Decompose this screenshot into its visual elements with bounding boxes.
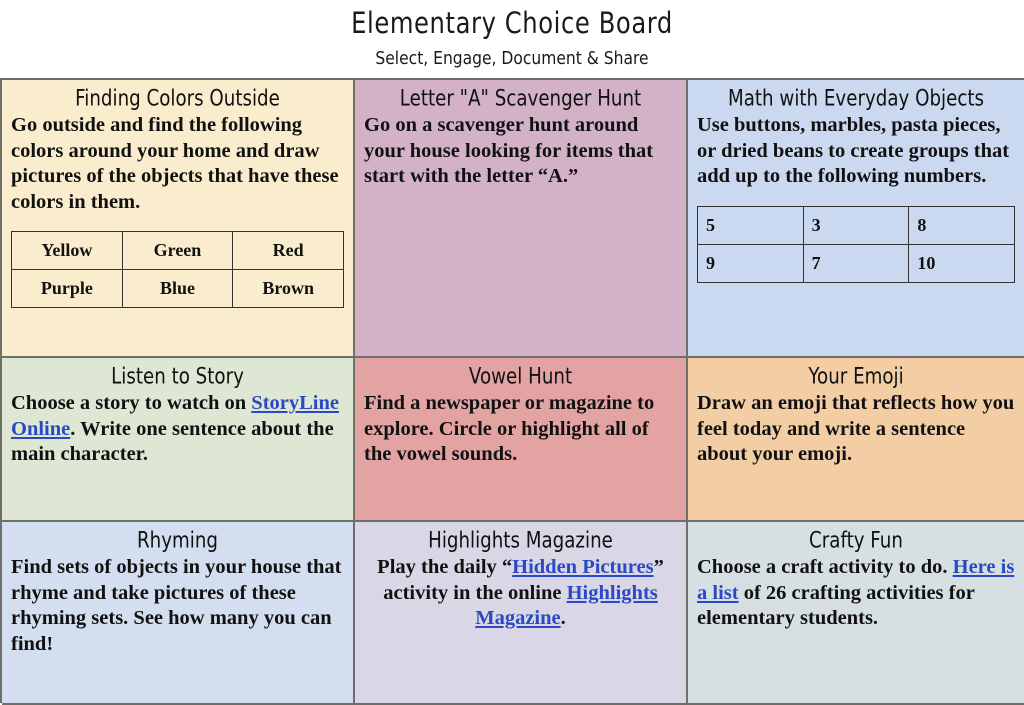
choice-cell-title: Highlights Magazine [428, 528, 613, 554]
color-list-table: Yellow Green Red Purple Blue Brown [11, 231, 344, 308]
table-cell: Brown [232, 269, 344, 308]
number-list-table: 5 3 8 9 7 10 [697, 205, 1015, 283]
choice-cell-title: Your Emoji [808, 364, 904, 390]
table-cell: 5 [697, 205, 804, 245]
choice-cell-your-emoji[interactable]: Your Emoji Draw an emoji that reflects h… [688, 358, 1024, 522]
table-cell: 9 [697, 243, 804, 283]
choice-cell-title: Vowel Hunt [468, 364, 573, 390]
choice-cell-letter-a-scavenger-hunt[interactable]: Letter "A" Scavenger Hunt Go on a scaven… [355, 80, 688, 358]
table-cell: 10 [908, 243, 1015, 283]
choice-cell-link[interactable]: Hidden Pictures [512, 556, 653, 578]
choice-cell-link[interactable]: Highlights Magazine [475, 582, 658, 630]
table-cell: Green [121, 231, 234, 270]
table-cell: 7 [802, 243, 910, 283]
choice-cell-finding-colors-outside[interactable]: Finding Colors Outside Go outside and fi… [2, 80, 355, 358]
choice-cell-body: Draw an emoji that reflects how you feel… [697, 392, 1015, 465]
choice-cell-title: Listen to Story [111, 364, 244, 390]
table-row: Purple Blue Brown [11, 269, 344, 308]
board-header: Elementary Choice Board Select, Engage, … [0, 0, 1024, 78]
table-row: Yellow Green Red [11, 231, 344, 270]
choice-cell-body: Choose a story to watch on StoryLine Onl… [11, 392, 339, 465]
choice-cell-vowel-hunt[interactable]: Vowel Hunt Find a newspaper or magazine … [355, 358, 688, 522]
choice-cell-body: Find a newspaper or magazine to explore.… [364, 392, 655, 465]
choice-cell-body: Find sets of objects in your house that … [11, 556, 342, 655]
table-row: 9 7 10 [697, 243, 1015, 283]
choice-cell-link[interactable]: Here is a list [697, 556, 1014, 604]
choice-cell-body: Go outside and find the following colors… [11, 114, 339, 213]
choice-cell-title: Rhyming [136, 528, 218, 554]
choice-cell-body: Choose a craft activity to do. Here is a… [697, 556, 1015, 629]
choice-cell-math-with-everyday-objects[interactable]: Math with Everyday Objects Use buttons, … [688, 80, 1024, 358]
choice-cell-listen-to-story[interactable]: Listen to Story Choose a story to watch … [2, 358, 355, 522]
choice-board-grid: Finding Colors Outside Go outside and fi… [0, 78, 1024, 705]
page-title: Elementary Choice Board [351, 6, 673, 41]
table-cell: Purple [11, 269, 123, 308]
choice-cell-title: Letter "A" Scavenger Hunt [399, 86, 642, 112]
choice-cell-title: Finding Colors Outside [75, 86, 280, 112]
table-cell: 8 [908, 205, 1015, 245]
choice-cell-rhyming[interactable]: Rhyming Find sets of objects in your hou… [2, 522, 355, 705]
choice-cell-body: Play the daily “Hidden Pictures” activit… [377, 556, 664, 630]
choice-cell-link[interactable]: StoryLine Online [11, 392, 339, 440]
choice-cell-title: Crafty Fun [809, 528, 903, 554]
choice-cell-body: Use buttons, marbles, pasta pieces, or d… [697, 114, 1010, 187]
page-subtitle: Select, Engage, Document & Share [375, 47, 649, 69]
choice-cell-crafty-fun[interactable]: Crafty Fun Choose a craft activity to do… [688, 522, 1024, 705]
table-cell: 3 [802, 205, 910, 245]
choice-cell-highlights-magazine[interactable]: Highlights Magazine Play the daily “Hidd… [355, 522, 688, 705]
table-cell: Yellow [11, 231, 123, 270]
choice-cell-title: Math with Everyday Objects [727, 86, 985, 112]
table-row: 538 [697, 205, 1015, 245]
table-cell: Blue [121, 269, 234, 308]
choice-cell-body: Go on a scavenger hunt around your house… [364, 114, 654, 187]
table-cell: Red [232, 231, 344, 270]
